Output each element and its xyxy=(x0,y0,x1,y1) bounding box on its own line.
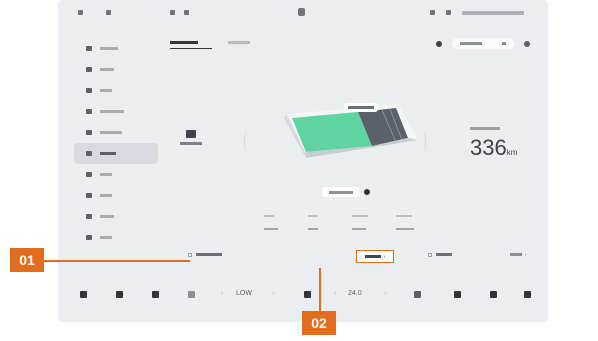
checkbox-icon xyxy=(188,252,192,257)
settings-sidebar xyxy=(74,38,158,248)
callout-01-badge: 01 xyxy=(10,248,44,272)
sidebar-item-2[interactable] xyxy=(74,59,158,80)
fan-icon[interactable] xyxy=(188,291,195,298)
sidebar-item-1[interactable] xyxy=(74,38,158,59)
charge-port-control[interactable] xyxy=(174,128,208,154)
callout-02-badge: 02 xyxy=(302,311,336,335)
sidebar-item-energy-active[interactable] xyxy=(74,143,158,164)
callout-line-02 xyxy=(319,268,321,312)
seat-icon[interactable] xyxy=(152,291,159,298)
menu-icon xyxy=(86,109,92,114)
volume-icon[interactable] xyxy=(524,291,531,298)
checkbox-icon xyxy=(428,252,432,257)
signal-icon xyxy=(78,10,83,15)
menu-icon xyxy=(86,67,92,72)
menu-icon xyxy=(86,235,92,240)
menu-icon xyxy=(86,88,92,93)
settings-link-button[interactable]: › xyxy=(356,250,394,263)
callout-line-01 xyxy=(44,260,190,262)
wifi-icon xyxy=(106,10,111,15)
user-icon xyxy=(430,10,435,15)
bluetooth-icon xyxy=(170,10,175,15)
home-icon[interactable] xyxy=(80,291,87,298)
option-3[interactable] xyxy=(352,226,366,231)
music-icon[interactable] xyxy=(454,291,461,298)
option-4[interactable] xyxy=(396,226,414,231)
more-link[interactable]: › xyxy=(510,252,527,257)
apps-icon[interactable] xyxy=(490,291,497,298)
car-icon[interactable] xyxy=(116,291,123,298)
menu-icon xyxy=(86,130,92,135)
battery-tooltip xyxy=(344,103,378,112)
sidebar-item-5[interactable] xyxy=(74,122,158,143)
menu-icon xyxy=(86,172,92,177)
tab-active[interactable] xyxy=(170,40,212,49)
time-date-indicator xyxy=(462,11,524,15)
range-unit: km xyxy=(506,148,518,157)
notification-icon xyxy=(446,10,451,15)
scheduled-charging-toggle[interactable] xyxy=(188,252,222,257)
status-icon xyxy=(184,10,189,15)
infotainment-screen: 336km › › ‹ LOW › ‹ 24.0 › xyxy=(58,0,548,322)
settings-row: › › xyxy=(182,246,532,268)
section-tabs xyxy=(170,40,278,49)
menu-icon xyxy=(86,193,92,198)
sidebar-item-8[interactable] xyxy=(74,185,158,206)
temperature[interactable]: 24.0 xyxy=(348,290,362,297)
status-bar xyxy=(58,0,548,28)
ac-icon[interactable] xyxy=(304,291,311,298)
header-controls xyxy=(436,38,530,49)
charge-port-icon xyxy=(186,130,196,138)
charge-mode-row xyxy=(322,187,370,197)
menu-icon xyxy=(86,46,92,51)
settings-icon[interactable] xyxy=(524,40,530,47)
sidebar-item-7[interactable] xyxy=(74,164,158,185)
option-2[interactable] xyxy=(308,226,318,231)
temp-up-button[interactable]: › xyxy=(384,290,386,297)
bottom-dock: ‹ LOW › ‹ 24.0 › xyxy=(58,283,548,307)
fan-level[interactable]: LOW xyxy=(236,290,252,297)
mode-dropdown[interactable] xyxy=(452,38,514,49)
info-icon[interactable] xyxy=(364,189,370,195)
heat-icon[interactable] xyxy=(414,291,421,298)
sidebar-item-3[interactable] xyxy=(74,80,158,101)
center-logo-icon xyxy=(298,8,305,16)
energy-icon xyxy=(86,151,92,156)
charge-mode-button[interactable] xyxy=(322,187,360,197)
range-value: 336km xyxy=(470,135,518,160)
temp-down-button[interactable]: ‹ xyxy=(334,290,336,297)
sidebar-item-9[interactable] xyxy=(74,206,158,227)
menu-icon xyxy=(86,214,92,219)
battery-graphic xyxy=(284,104,418,158)
tab-secondary[interactable] xyxy=(227,40,264,46)
sidebar-item-10[interactable] xyxy=(74,227,158,248)
indicator-dot-icon xyxy=(436,40,442,47)
second-option-toggle[interactable] xyxy=(428,252,452,257)
sidebar-item-4[interactable] xyxy=(74,101,158,122)
option-1[interactable] xyxy=(264,226,278,231)
range-display: 336km xyxy=(470,126,517,161)
